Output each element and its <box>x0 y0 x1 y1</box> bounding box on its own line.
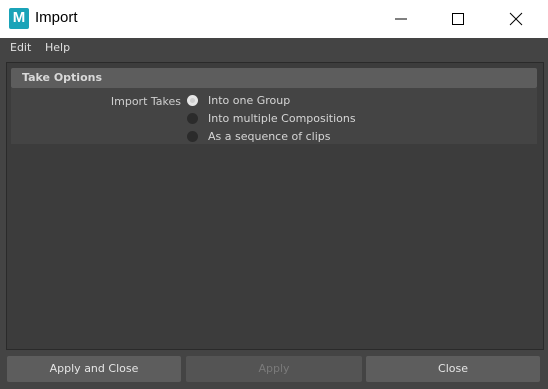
title-bar: M Import <box>0 0 548 38</box>
menu-edit[interactable]: Edit <box>10 41 31 54</box>
take-options-frame-body: Import Takes Into one Group Into multipl… <box>11 88 537 144</box>
radio-label: Into multiple Compositions <box>208 112 356 125</box>
apply-and-close-button[interactable]: Apply and Close <box>7 356 181 382</box>
minimize-button[interactable] <box>378 0 424 38</box>
radio-button[interactable] <box>187 131 198 142</box>
radio-label: Into one Group <box>208 94 291 107</box>
close-window-button[interactable] <box>493 0 539 38</box>
maximize-button[interactable] <box>435 0 481 38</box>
minimize-icon <box>395 18 407 20</box>
menu-help[interactable]: Help <box>45 41 70 54</box>
maya-icon: M <box>9 8 29 29</box>
maya-icon-letter: M <box>12 9 26 26</box>
close-icon <box>509 12 523 26</box>
radio-label: As a sequence of clips <box>208 130 331 143</box>
apply-button[interactable]: Apply <box>186 356 362 382</box>
window-title: Import <box>35 9 78 26</box>
take-options-frame-header[interactable]: Take Options <box>11 68 537 88</box>
close-button[interactable]: Close <box>366 356 540 382</box>
frame-title: Take Options <box>22 71 103 84</box>
menu-bar: Edit Help <box>0 38 548 59</box>
radio-button[interactable] <box>187 113 198 124</box>
options-panel: Take Options Import Takes Into one Group… <box>6 62 544 350</box>
radio-button[interactable] <box>187 95 198 106</box>
import-takes-label: Import Takes <box>110 95 181 108</box>
maximize-icon <box>452 13 464 25</box>
